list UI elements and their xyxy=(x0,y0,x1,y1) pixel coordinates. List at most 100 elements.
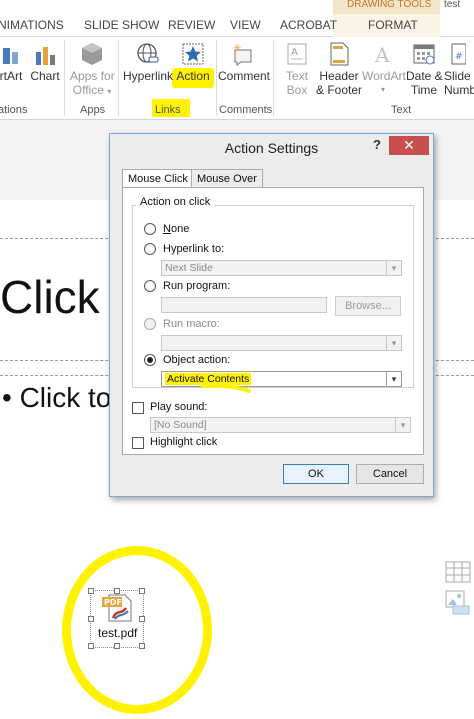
group-label-text: Text xyxy=(391,104,412,116)
sound-select[interactable]: [No Sound] ▾ xyxy=(150,417,411,433)
hyperlink-select-value: Next Slide xyxy=(165,262,213,274)
group-label-links: Links xyxy=(155,104,181,116)
radio-run-macro[interactable] xyxy=(144,318,156,330)
wordart-label: WordArt xyxy=(362,69,406,83)
slide-content-placeholder[interactable]: • Click to xyxy=(2,382,111,414)
tab-animations[interactable]: NIMATIONS xyxy=(0,18,64,32)
resize-handle[interactable] xyxy=(139,588,145,594)
hyperlink-select[interactable]: Next Slide ▾ xyxy=(161,260,402,276)
apps-icon xyxy=(82,43,102,65)
action-label: Action xyxy=(176,69,210,83)
radio-run-program-label: Run program: xyxy=(163,280,231,292)
pdf-icon-text: PDF xyxy=(104,598,122,607)
tab-acrobat[interactable]: ACROBAT xyxy=(280,18,337,32)
ok-button[interactable]: OK xyxy=(283,464,349,484)
date-time-label-2: Time xyxy=(410,83,438,97)
tab-review[interactable]: REVIEW xyxy=(168,18,215,32)
text-box-label-1: Text xyxy=(285,69,308,83)
text-box-button[interactable]: A Text Box xyxy=(280,42,314,97)
resize-handle[interactable] xyxy=(114,643,120,649)
browse-button[interactable]: Browse... xyxy=(335,296,401,316)
resize-handle[interactable] xyxy=(88,643,94,649)
resize-handle[interactable] xyxy=(88,588,94,594)
hyperlink-label: Hyperlink xyxy=(123,69,174,83)
dialog-title: Action Settings xyxy=(224,140,319,156)
action-on-click-label: Action on click xyxy=(136,196,215,208)
tab-mouse-over[interactable]: Mouse Over xyxy=(191,169,263,188)
chart-label: Chart xyxy=(30,69,60,83)
slide-title-placeholder[interactable]: Click t xyxy=(0,270,125,324)
resize-handle[interactable] xyxy=(139,616,145,622)
radio-none[interactable] xyxy=(144,223,156,235)
group-label-illustrations: ations xyxy=(0,104,28,116)
action-star-icon xyxy=(182,43,204,65)
slide-number-icon: # xyxy=(451,43,467,65)
header-footer-label-2: & Footer xyxy=(316,83,363,97)
date-time-button[interactable]: Date & Time xyxy=(406,42,443,97)
smartart-button[interactable]: rtArt xyxy=(0,44,24,83)
apps-label-2: Office ▾ xyxy=(72,83,112,97)
cancel-button[interactable]: Cancel xyxy=(356,464,424,484)
hyperlink-button[interactable]: Hyperlink xyxy=(123,42,173,83)
group-label-apps: Apps xyxy=(80,104,106,116)
yellow-underline-mark xyxy=(201,383,251,393)
text-box-icon: A xyxy=(287,43,307,65)
tab-mouse-click[interactable]: Mouse Click xyxy=(122,169,194,189)
resize-handle[interactable] xyxy=(139,643,145,649)
svg-text:A: A xyxy=(374,43,390,66)
radio-run-program[interactable] xyxy=(144,280,156,292)
mouse-click-panel: Action on click None Hyperlink to: Next … xyxy=(122,187,424,455)
picture-icon[interactable] xyxy=(445,590,471,616)
chevron-down-icon: ▾ xyxy=(386,372,401,386)
ribbon-separator xyxy=(118,40,119,116)
smartart-label: rtArt xyxy=(0,69,23,83)
globe-icon xyxy=(137,43,159,63)
tab-format[interactable]: FORMAT xyxy=(368,18,418,32)
header-footer-button[interactable]: Header & Footer xyxy=(316,42,362,97)
play-sound-checkbox[interactable] xyxy=(132,402,144,414)
radio-object-action[interactable] xyxy=(144,354,156,366)
wordart-dropdown-icon: ▾ xyxy=(380,85,385,94)
calendar-icon xyxy=(413,44,435,65)
help-button[interactable]: ? xyxy=(373,137,381,152)
macro-select[interactable]: ▾ xyxy=(161,335,402,351)
wordart-button[interactable]: A WordArt ▾ xyxy=(362,42,406,97)
wordart-icon: A xyxy=(374,43,390,67)
chevron-down-icon: ▾ xyxy=(395,418,410,432)
chevron-down-icon: ▾ xyxy=(386,261,401,275)
svg-text:#: # xyxy=(455,52,463,62)
action-settings-dialog: Action Settings ? ✕ Mouse Click Mouse Ov… xyxy=(109,133,434,497)
svg-text:A: A xyxy=(291,47,298,58)
chart-button[interactable]: Chart xyxy=(30,44,60,83)
ribbon-separator xyxy=(64,40,65,116)
group-label-comments: Comments xyxy=(219,104,273,116)
comment-label: Comment xyxy=(218,69,271,83)
apps-for-office-button[interactable]: Apps for Office ▾ xyxy=(70,42,115,99)
action-button[interactable]: Action xyxy=(173,42,213,83)
ribbon: DRAWING TOOLS test NIMATIONS SLIDE SHOW … xyxy=(0,0,474,120)
table-icon[interactable] xyxy=(445,561,471,583)
date-time-label-1: Date & xyxy=(406,69,443,83)
close-button[interactable]: ✕ xyxy=(389,136,429,155)
chart-icon xyxy=(36,47,55,65)
apps-label-1: Apps for xyxy=(70,69,115,83)
comment-button[interactable]: ✳ Comment xyxy=(218,42,271,83)
radio-object-action-label: Object action: xyxy=(163,354,231,366)
chevron-down-icon: ▾ xyxy=(386,336,401,350)
object-action-select[interactable]: Activate Contents ▾ xyxy=(161,371,402,387)
header-footer-icon xyxy=(330,42,349,66)
radio-hyperlink[interactable] xyxy=(144,243,156,255)
ribbon-tab-test[interactable]: test xyxy=(444,0,460,10)
highlight-click-checkbox[interactable] xyxy=(132,437,144,449)
program-path-input[interactable] xyxy=(161,297,327,313)
ribbon-separator xyxy=(273,40,274,116)
header-footer-label-1: Header xyxy=(319,69,359,83)
tab-slide-show[interactable]: SLIDE SHOW xyxy=(84,18,159,32)
slide-number-button[interactable]: # Slide Numb xyxy=(444,42,474,97)
smartart-icon xyxy=(3,48,18,64)
resize-handle[interactable] xyxy=(88,616,94,622)
pdf-file-icon: PDF xyxy=(102,594,132,622)
tab-view[interactable]: VIEW xyxy=(230,18,261,32)
highlight-click-label: Highlight click xyxy=(150,436,218,448)
text-box-label-2: Box xyxy=(286,83,308,97)
